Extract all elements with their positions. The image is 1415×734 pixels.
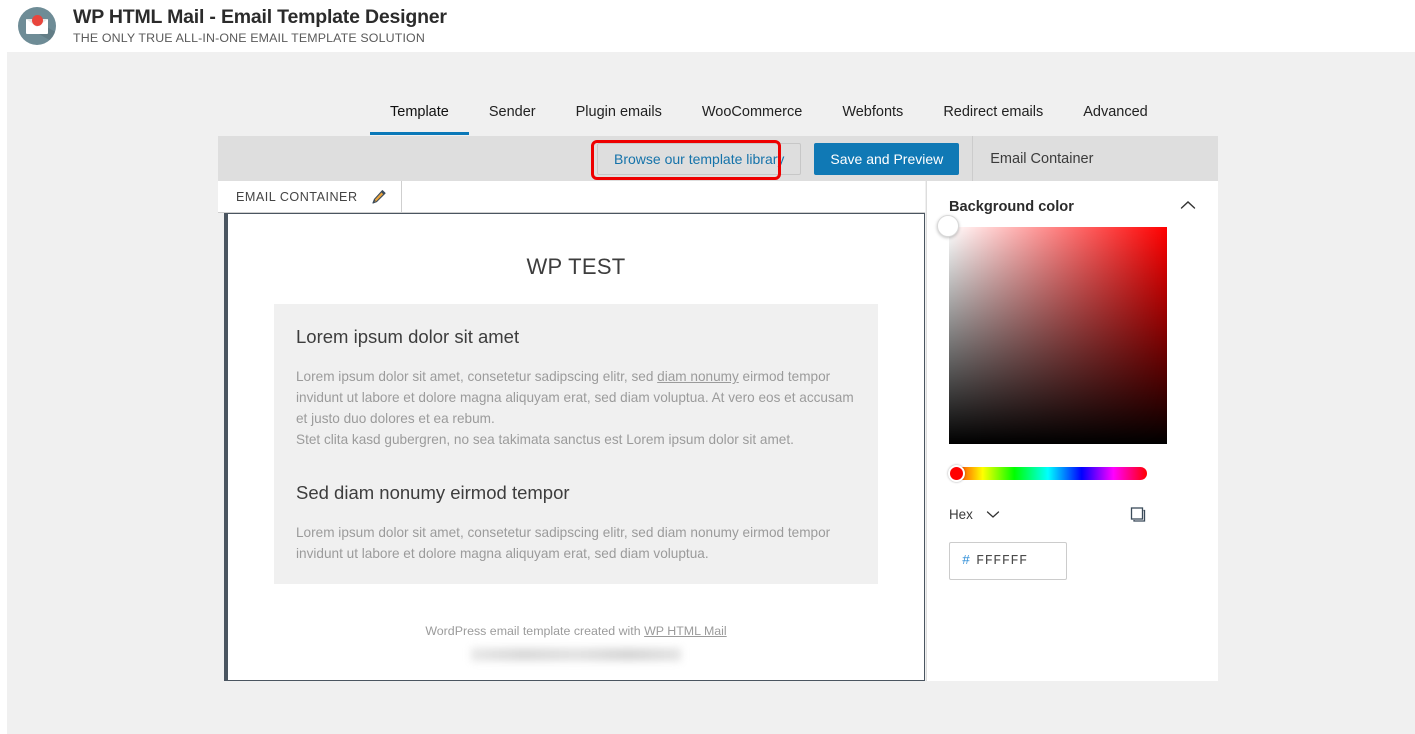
browse-template-library-button[interactable]: Browse our template library bbox=[597, 142, 802, 175]
hue-slider[interactable] bbox=[948, 465, 1147, 482]
email-paragraph-2: Lorem ipsum dolor sit amet, consetetur s… bbox=[296, 525, 831, 561]
wp-html-mail-link[interactable]: WP HTML Mail bbox=[644, 624, 727, 638]
page-title: WP HTML Mail - Email Template Designer bbox=[73, 6, 447, 29]
blurred-footer-region bbox=[471, 648, 681, 661]
tab-woocommerce[interactable]: WooCommerce bbox=[682, 98, 822, 135]
email-container-tab-label: EMAIL CONTAINER bbox=[236, 189, 358, 204]
email-preview-content: WP TEST Lorem ipsum dolor sit amet Lorem… bbox=[228, 214, 924, 661]
editor-toolbar: Browse our template library Save and Pre… bbox=[218, 136, 1218, 181]
hex-input[interactable]: # FFFFFF bbox=[949, 542, 1067, 580]
email-container-tab[interactable]: EMAIL CONTAINER bbox=[218, 180, 402, 213]
diam-nonumy-link[interactable]: diam nonumy bbox=[657, 369, 739, 384]
email-paragraph-1: Lorem ipsum dolor sit amet, consetetur s… bbox=[296, 366, 856, 450]
email-heading-2: Sed diam nonumy eirmod tempor bbox=[296, 482, 570, 503]
editor-card: Browse our template library Save and Pre… bbox=[218, 136, 1218, 681]
saturation-value-picker[interactable] bbox=[937, 215, 1167, 444]
background-color-label: Background color bbox=[949, 199, 1074, 215]
tab-sender[interactable]: Sender bbox=[469, 98, 556, 135]
tab-webfonts[interactable]: Webfonts bbox=[822, 98, 923, 135]
chevron-down-icon[interactable] bbox=[986, 510, 1000, 519]
color-format-row: Hex bbox=[949, 504, 1147, 524]
tab-redirect-emails[interactable]: Redirect emails bbox=[923, 98, 1063, 135]
email-preview-pane[interactable]: WP TEST Lorem ipsum dolor sit amet Lorem… bbox=[224, 213, 925, 681]
header-text-group: WP HTML Mail - Email Template Designer T… bbox=[73, 7, 447, 44]
container-tabstrip: EMAIL CONTAINER bbox=[218, 180, 925, 213]
hex-value: FFFFFF bbox=[976, 553, 1028, 569]
page-subtitle: THE ONLY TRUE ALL-IN-ONE EMAIL TEMPLATE … bbox=[73, 30, 425, 45]
hex-prefix: # bbox=[962, 553, 971, 569]
saturation-value-handle[interactable] bbox=[937, 215, 959, 237]
email-footer: WordPress email template created with WP… bbox=[274, 624, 878, 661]
email-footer-text: WordPress email template created with bbox=[425, 624, 645, 638]
chevron-up-icon[interactable] bbox=[1180, 200, 1196, 210]
tab-plugin-emails[interactable]: Plugin emails bbox=[556, 98, 682, 135]
envelope-logo-icon bbox=[18, 7, 56, 45]
background-color-section-header[interactable]: Background color bbox=[949, 199, 1196, 215]
tab-advanced[interactable]: Advanced bbox=[1063, 98, 1168, 135]
toolbar-divider bbox=[972, 136, 974, 181]
color-format-label: Hex bbox=[949, 506, 973, 522]
email-heading-1: Lorem ipsum dolor sit amet bbox=[296, 326, 520, 347]
color-format-select[interactable]: Hex bbox=[949, 507, 1000, 522]
plugin-header: WP HTML Mail - Email Template Designer T… bbox=[0, 0, 1415, 52]
logo-badge bbox=[32, 15, 43, 26]
settings-panel: Background color Hex # FFFFFF bbox=[926, 181, 1218, 681]
save-and-preview-button[interactable]: Save and Preview bbox=[814, 142, 960, 175]
tab-template[interactable]: Template bbox=[370, 98, 469, 135]
page-body: Template Sender Plugin emails WooCommerc… bbox=[7, 52, 1415, 734]
email-title: WP TEST bbox=[526, 254, 626, 279]
color-swatch-icon[interactable] bbox=[1127, 504, 1147, 524]
nav-tabs: Template Sender Plugin emails WooCommerc… bbox=[370, 98, 1168, 135]
hue-slider-handle[interactable] bbox=[948, 465, 965, 482]
email-container-heading: Email Container bbox=[990, 150, 1094, 167]
email-content-block: Lorem ipsum dolor sit amet Lorem ipsum d… bbox=[274, 304, 878, 584]
paragraph-1-text-before: Lorem ipsum dolor sit amet, consetetur s… bbox=[296, 369, 658, 384]
paragraph-1-line-2: Stet clita kasd gubergren, no sea takima… bbox=[296, 432, 794, 447]
pencil-icon[interactable] bbox=[371, 189, 387, 205]
